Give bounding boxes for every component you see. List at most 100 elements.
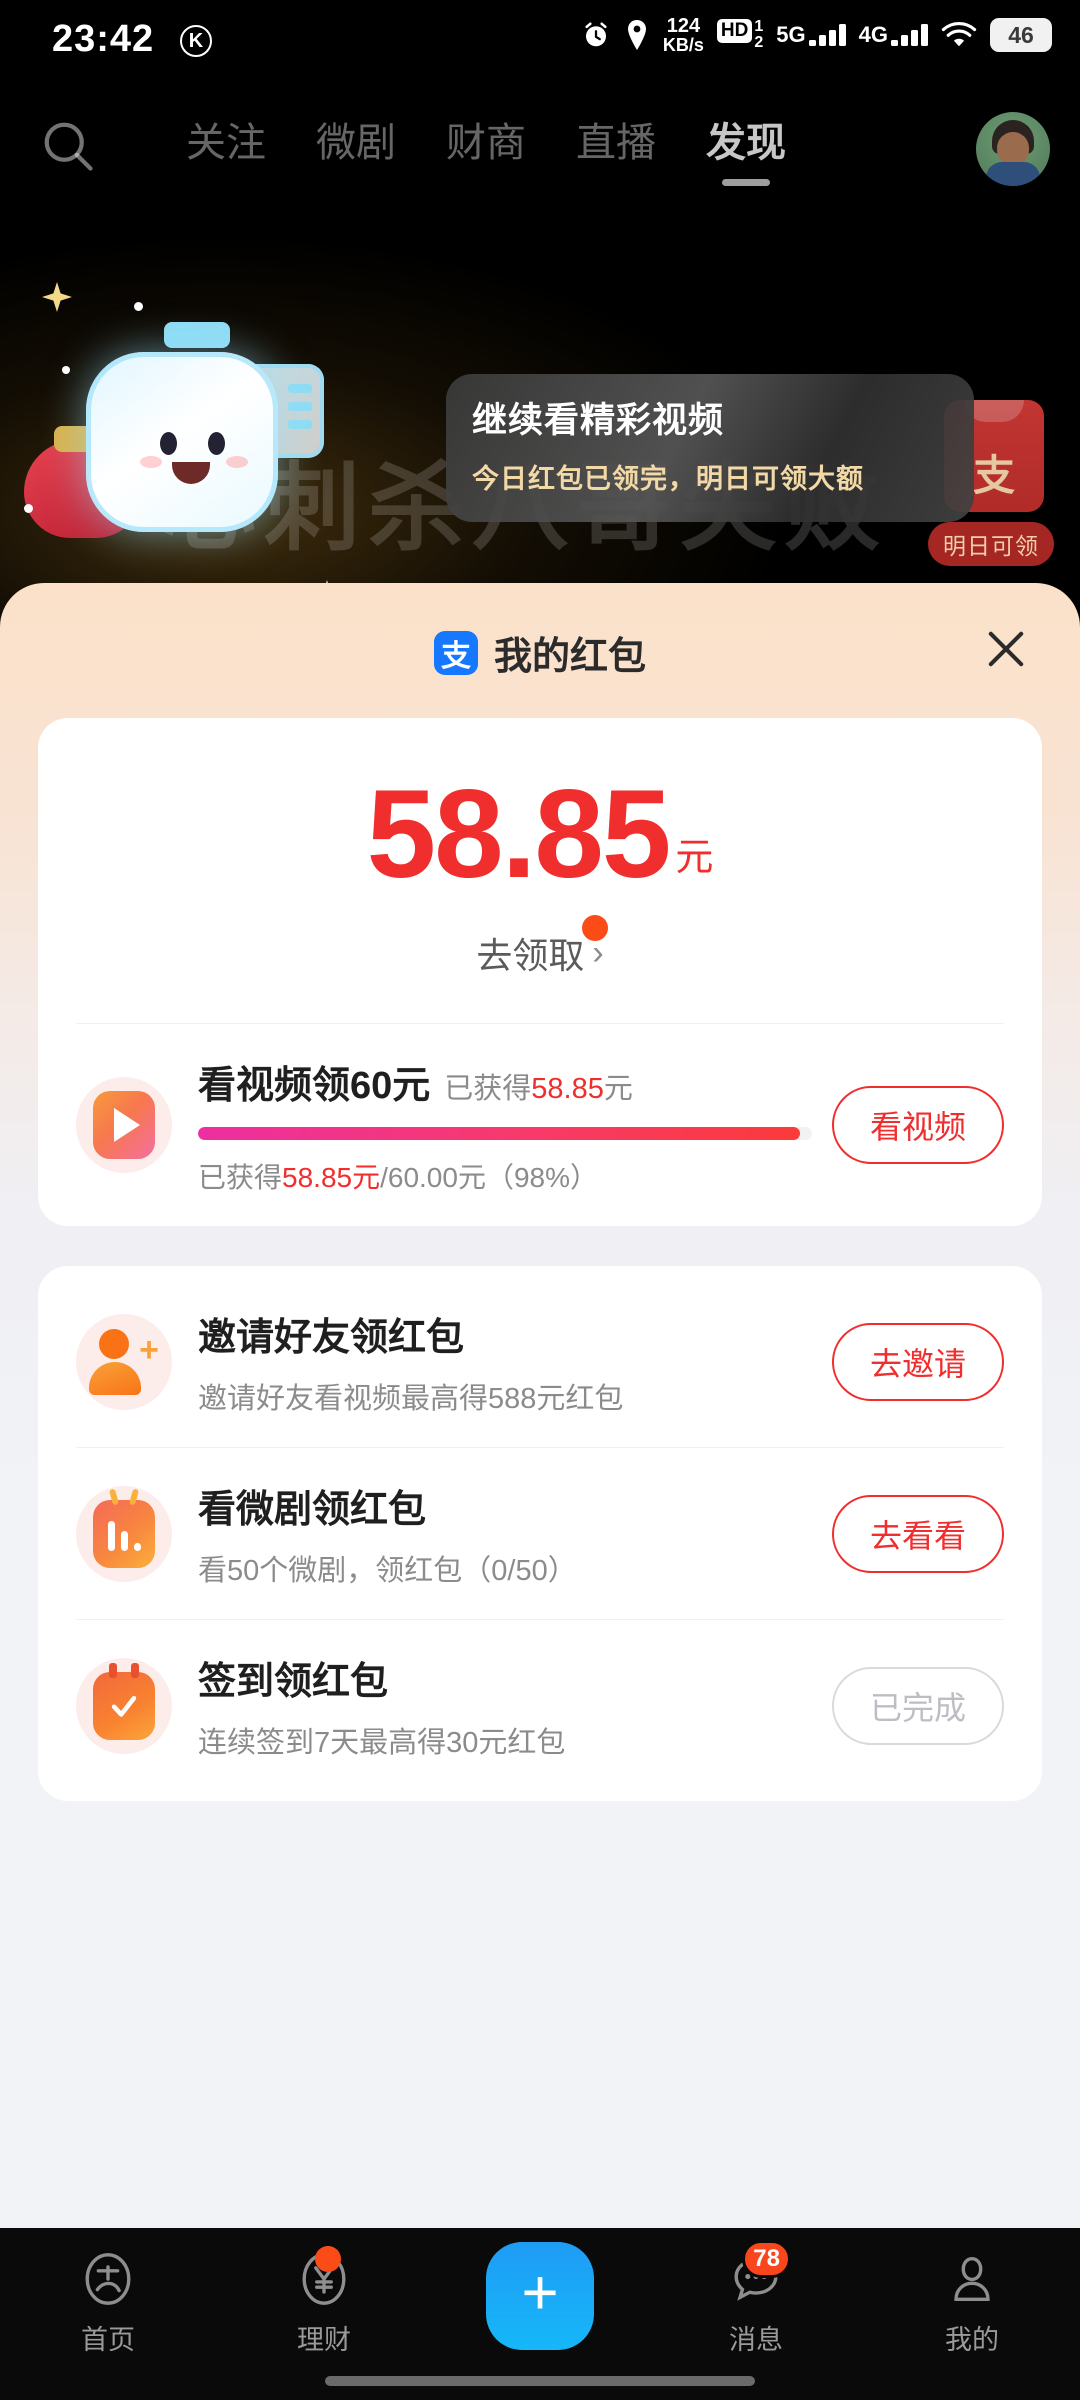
mascot-body — [86, 352, 278, 532]
close-icon[interactable] — [980, 623, 1032, 675]
sim2-bars — [891, 24, 928, 46]
mascot-eye-left — [160, 432, 177, 455]
dot-decor — [24, 504, 33, 513]
video-task-body: 看视频领60元 已获得58.85元 已获得58.85元/60.00元（98%） — [198, 1054, 812, 1196]
hd-sim-top: 1 — [754, 18, 764, 35]
location-pin-icon — [624, 20, 650, 50]
claim-link[interactable]: 去领取 › — [38, 915, 1042, 979]
sim1-generation-label: 5G — [776, 22, 806, 47]
check-mark — [111, 1695, 137, 1717]
status-bar: 23:42 K 124 KB/s HD 1 2 5G 4G 46 — [0, 0, 1080, 78]
claim-badge-dot — [582, 915, 608, 941]
avatar-face — [997, 132, 1029, 166]
nav-tab-faxian[interactable]: 发现 — [706, 110, 786, 186]
plus-sign: + — [139, 1330, 159, 1369]
plus-glyph: + — [521, 2256, 559, 2328]
bottom-nav-item-messages[interactable]: 78 消息 — [648, 2240, 864, 2357]
progress-earned: 58.85元 — [282, 1162, 381, 1193]
hd-voice-icon: HD 1 2 — [716, 19, 763, 51]
invite-button[interactable]: 去邀请 — [832, 1322, 1004, 1401]
drama-task-row[interactable]: 看微剧领红包 看50个微剧，领红包（0/50） 去看看 — [38, 1448, 1042, 1619]
video-task-progress-bar — [198, 1127, 812, 1140]
progress-total: /60.00元（98%） — [380, 1162, 598, 1193]
nav-tab-faxian-label: 发现 — [706, 121, 786, 165]
drama-tv-icon — [76, 1485, 172, 1582]
finance-badge-dot — [315, 2246, 341, 2272]
mascot-cheek-right — [226, 456, 248, 468]
sheet-title-group: 支 我的红包 — [0, 625, 1080, 680]
invite-task-row[interactable]: + 邀请好友领红包 邀请好友看视频最高得588元红包 去邀请 — [38, 1276, 1042, 1447]
person-plus-glyph: + — [89, 1328, 159, 1395]
bottom-navigation: 首页 理财 + 78 消息 我的 — [0, 2228, 1080, 2400]
tv-antenna-right — [128, 1487, 140, 1506]
video-task-title: 看视频领60元 — [198, 1065, 431, 1107]
progress-prefix: 已获得 — [198, 1162, 283, 1193]
watch-drama-button[interactable]: 去看看 — [832, 1494, 1004, 1573]
person-head — [99, 1328, 129, 1359]
bottom-nav-item-add[interactable]: + — [432, 2242, 648, 2350]
search-icon[interactable] — [38, 116, 98, 176]
mascot-tab — [164, 322, 230, 348]
invite-friend-icon: + — [76, 1313, 172, 1410]
plus-icon[interactable]: + — [486, 2242, 594, 2350]
tv-antenna-left — [108, 1487, 120, 1506]
network-speed-indicator: 124 KB/s — [663, 16, 704, 54]
status-icons: 124 KB/s HD 1 2 5G 4G 46 — [581, 16, 1052, 54]
video-play-icon — [76, 1077, 172, 1173]
video-task-note-amount: 58.85 — [531, 1073, 604, 1105]
bottom-nav-label-home: 首页 — [81, 2325, 135, 2355]
toast-subtitle: 今日红包已领完，明日可领大额 — [472, 464, 864, 494]
bottom-nav-item-profile[interactable]: 我的 — [864, 2248, 1080, 2357]
video-toast[interactable]: 继续看精彩视频 今日红包已领完，明日可领大额 — [446, 374, 974, 522]
nav-tab-zhibo[interactable]: 直播 — [576, 110, 656, 180]
video-task-progress-text: 已获得58.85元/60.00元（98%） — [198, 1156, 812, 1196]
nav-tab-active-underline — [722, 179, 770, 186]
alipay-home-icon — [77, 2248, 139, 2310]
claim-link-label: 去领取 — [476, 935, 585, 976]
dot-decor — [62, 366, 70, 374]
calendar-check-icon — [76, 1657, 172, 1754]
status-time: 23:42 — [52, 18, 155, 60]
mascot-mouth — [172, 462, 210, 484]
balance-card: 58.85 元 去领取 › 看视频领60元 已获得58.85元 已获得58.85… — [38, 718, 1042, 1226]
person-icon — [941, 2248, 1003, 2310]
sim1-signal-icon: 5G — [776, 22, 846, 48]
checkin-task-row[interactable]: 签到领红包 连续签到7天最高得30元红包 已完成 — [38, 1620, 1042, 1791]
bottom-nav-label-profile: 我的 — [945, 2325, 999, 2355]
nav-tab-list: 关注 微剧 财商 直播 发现 — [186, 110, 786, 186]
nav-tab-caishang[interactable]: 财商 — [446, 110, 526, 180]
mascot-illustration — [24, 282, 338, 602]
checkin-done-button: 已完成 — [832, 1666, 1004, 1745]
nav-tab-weiju[interactable]: 微剧 — [316, 110, 396, 180]
drama-task-desc: 看50个微剧，领红包（0/50） — [198, 1555, 577, 1587]
person-body — [89, 1361, 141, 1395]
calendar-tile — [93, 1662, 155, 1740]
watch-video-button[interactable]: 看视频 — [832, 1086, 1004, 1164]
sim2-generation-label: 4G — [858, 22, 888, 47]
video-task-row[interactable]: 看视频领60元 已获得58.85元 已获得58.85元/60.00元（98%） … — [38, 1024, 1042, 1226]
toast-title: 继续看精彩视频 — [472, 401, 725, 440]
avatar-body — [986, 162, 1040, 186]
page-title: 我的红包 — [493, 636, 646, 678]
mascot-eye-right — [208, 432, 225, 455]
hd-sim-numbers: 1 2 — [754, 19, 763, 51]
checkin-task-desc: 连续签到7天最高得30元红包 — [198, 1727, 566, 1759]
checkin-task-body: 签到领红包 连续签到7天最高得30元红包 — [198, 1650, 812, 1761]
home-indicator — [325, 2376, 755, 2386]
video-task-note-prefix: 已获得 — [444, 1073, 532, 1105]
balance-currency-unit: 元 — [675, 837, 714, 879]
calendar-pin-left — [109, 1662, 117, 1678]
bottom-nav-item-home[interactable]: 首页 — [0, 2248, 216, 2357]
invite-task-title: 邀请好友领红包 — [198, 1317, 465, 1359]
bottom-nav-label-finance: 理财 — [297, 2325, 351, 2355]
phone-screen: 心刺杀八哥失败 支 明日可领 — [0, 0, 1080, 2400]
bottom-nav-item-finance[interactable]: 理财 — [216, 2246, 432, 2357]
tasks-card: + 邀请好友领红包 邀请好友看视频最高得588元红包 去邀请 看微剧领红包 看5… — [38, 1266, 1042, 1801]
dot-decor — [134, 302, 143, 311]
nav-tab-guanzhu[interactable]: 关注 — [186, 110, 266, 180]
mascot-cheek-left — [140, 456, 162, 468]
avatar[interactable] — [976, 112, 1050, 186]
wifi-icon — [941, 21, 977, 49]
network-speed-value: 124 — [666, 15, 701, 37]
video-task-note: 已获得58.85元 — [444, 1065, 633, 1107]
